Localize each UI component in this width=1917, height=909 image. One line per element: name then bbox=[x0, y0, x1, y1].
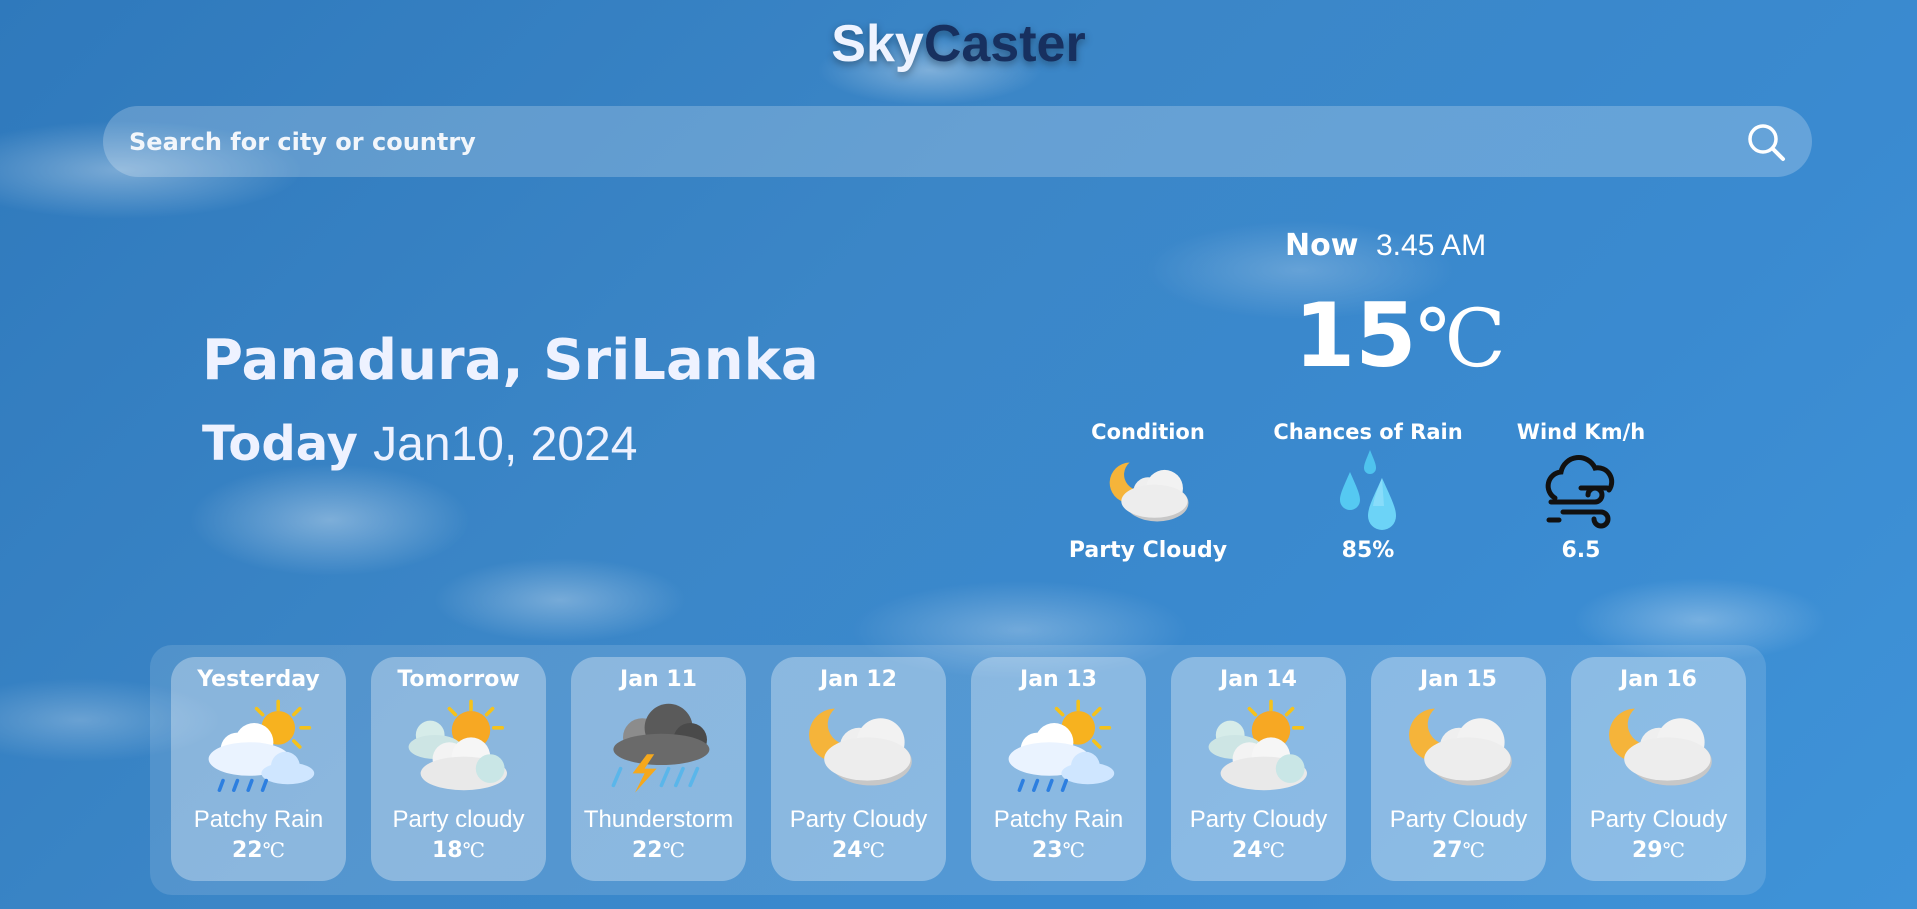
forecast-card[interactable]: Jan 16 Party Cloudy 29℃ bbox=[1571, 657, 1746, 881]
forecast-card[interactable]: Jan 14 Party Cloudy 24℃ bbox=[1171, 657, 1346, 881]
search-input[interactable] bbox=[127, 126, 1744, 157]
temp-unit: ℃ bbox=[1416, 292, 1506, 385]
moon-cloud-icon bbox=[799, 699, 919, 795]
forecast-card[interactable]: Jan 15 Party Cloudy 27℃ bbox=[1371, 657, 1546, 881]
forecast-condition: Party Cloudy bbox=[1589, 806, 1728, 833]
current-date: Today Jan10, 2024 bbox=[202, 416, 637, 472]
forecast-day: Jan 16 bbox=[1620, 667, 1697, 692]
rain-title: Chances of Rain bbox=[1273, 420, 1463, 444]
forecast-temp: 27℃ bbox=[1371, 838, 1546, 863]
sun-clouds-icon bbox=[399, 699, 519, 795]
forecast-temp-unit: ℃ bbox=[662, 838, 685, 862]
current-temperature: 15℃ bbox=[1294, 292, 1506, 380]
search-bar bbox=[103, 106, 1812, 177]
forecast-day: Jan 15 bbox=[1420, 667, 1497, 692]
raindrops-icon bbox=[1340, 450, 1396, 530]
forecast-temp: 29℃ bbox=[1571, 838, 1746, 863]
rain-value: 85% bbox=[1341, 538, 1395, 563]
forecast-temp: 22℃ bbox=[171, 838, 346, 863]
moon-cloud-icon bbox=[1599, 699, 1719, 795]
forecast-card[interactable]: Jan 12 Party Cloudy 24℃ bbox=[771, 657, 946, 881]
forecast-day: Jan 14 bbox=[1220, 667, 1297, 692]
forecast-card[interactable]: Tomorrow Party cloudy 18℃ bbox=[371, 657, 546, 881]
time-value: 3.45 AM bbox=[1375, 229, 1487, 262]
forecast-condition: Patchy Rain bbox=[993, 806, 1124, 833]
forecast-temp-value: 22 bbox=[632, 838, 663, 863]
forecast-temp: 22℃ bbox=[571, 838, 746, 863]
current-time: Now 3.45 AM bbox=[1285, 228, 1486, 263]
moon-cloud-icon bbox=[1102, 455, 1194, 529]
date-value: Jan10, 2024 bbox=[373, 418, 638, 471]
forecast-temp-unit: ℃ bbox=[1062, 838, 1085, 862]
wind-value: 6.5 bbox=[1561, 538, 1601, 563]
forecast-temp-unit: ℃ bbox=[1262, 838, 1285, 862]
wind-cloud-icon bbox=[1545, 455, 1615, 529]
forecast-condition: Party Cloudy bbox=[789, 806, 928, 833]
forecast-day: Jan 13 bbox=[1020, 667, 1097, 692]
sun-cloud-rain-icon bbox=[199, 699, 319, 795]
forecast-temp-unit: ℃ bbox=[1662, 838, 1685, 862]
forecast-condition: Party Cloudy bbox=[1189, 806, 1328, 833]
now-label: Now bbox=[1285, 228, 1359, 263]
moon-cloud-icon bbox=[1399, 699, 1519, 795]
forecast-card[interactable]: Yesterday Patchy Rain 22℃ bbox=[171, 657, 346, 881]
forecast-temp-value: 23 bbox=[1032, 838, 1063, 863]
condition-title: Condition bbox=[1091, 420, 1205, 444]
temp-value: 15 bbox=[1294, 284, 1417, 387]
search-icon bbox=[1748, 123, 1785, 161]
app-logo: SkyCaster bbox=[0, 14, 1917, 74]
forecast-temp-value: 24 bbox=[1232, 838, 1263, 863]
condition-value: Party Cloudy bbox=[1068, 538, 1228, 563]
forecast-temp-value: 22 bbox=[232, 838, 263, 863]
forecast-card[interactable]: Jan 13 Patchy Rain 23℃ bbox=[971, 657, 1146, 881]
rain-stat: Chances of Rain 85% bbox=[1268, 420, 1468, 563]
forecast-condition: Thunderstorm bbox=[583, 806, 734, 833]
forecast-temp-unit: ℃ bbox=[1462, 838, 1485, 862]
wind-stat: Wind Km/h 6.5 bbox=[1481, 420, 1681, 563]
forecast-temp-value: 24 bbox=[832, 838, 863, 863]
sun-clouds-icon bbox=[1199, 699, 1319, 795]
forecast-panel: Yesterday Patchy Rain 22℃ Tomorrow Party… bbox=[150, 645, 1766, 895]
forecast-temp-unit: ℃ bbox=[262, 838, 285, 862]
forecast-day: Tomorrow bbox=[397, 667, 520, 692]
forecast-day: Yesterday bbox=[197, 667, 320, 692]
forecast-temp: 24℃ bbox=[1171, 838, 1346, 863]
forecast-temp: 18℃ bbox=[371, 838, 546, 863]
sun-cloud-rain-icon bbox=[999, 699, 1119, 795]
forecast-temp-value: 29 bbox=[1632, 838, 1663, 863]
thunderstorm-icon bbox=[599, 699, 719, 795]
forecast-condition: Party cloudy bbox=[392, 806, 525, 833]
logo-part-caster: Caster bbox=[923, 15, 1086, 73]
wind-title: Wind Km/h bbox=[1516, 420, 1646, 444]
forecast-temp-unit: ℃ bbox=[462, 838, 485, 862]
forecast-card[interactable]: Jan 11 Thunderstorm 22℃ bbox=[571, 657, 746, 881]
location-name: Panadura, SriLanka bbox=[202, 328, 819, 393]
today-label: Today bbox=[202, 416, 358, 472]
forecast-temp-value: 27 bbox=[1432, 838, 1463, 863]
forecast-condition: Party Cloudy bbox=[1389, 806, 1528, 833]
forecast-day: Jan 12 bbox=[820, 667, 897, 692]
condition-stat: Condition Party Cloudy bbox=[1048, 420, 1248, 563]
forecast-temp-unit: ℃ bbox=[862, 838, 885, 862]
forecast-temp: 23℃ bbox=[971, 838, 1146, 863]
logo-part-sky: Sky bbox=[831, 15, 924, 73]
forecast-temp: 24℃ bbox=[771, 838, 946, 863]
search-button[interactable] bbox=[1744, 120, 1788, 164]
forecast-temp-value: 18 bbox=[432, 838, 463, 863]
forecast-condition: Patchy Rain bbox=[193, 806, 324, 833]
forecast-day: Jan 11 bbox=[620, 667, 697, 692]
